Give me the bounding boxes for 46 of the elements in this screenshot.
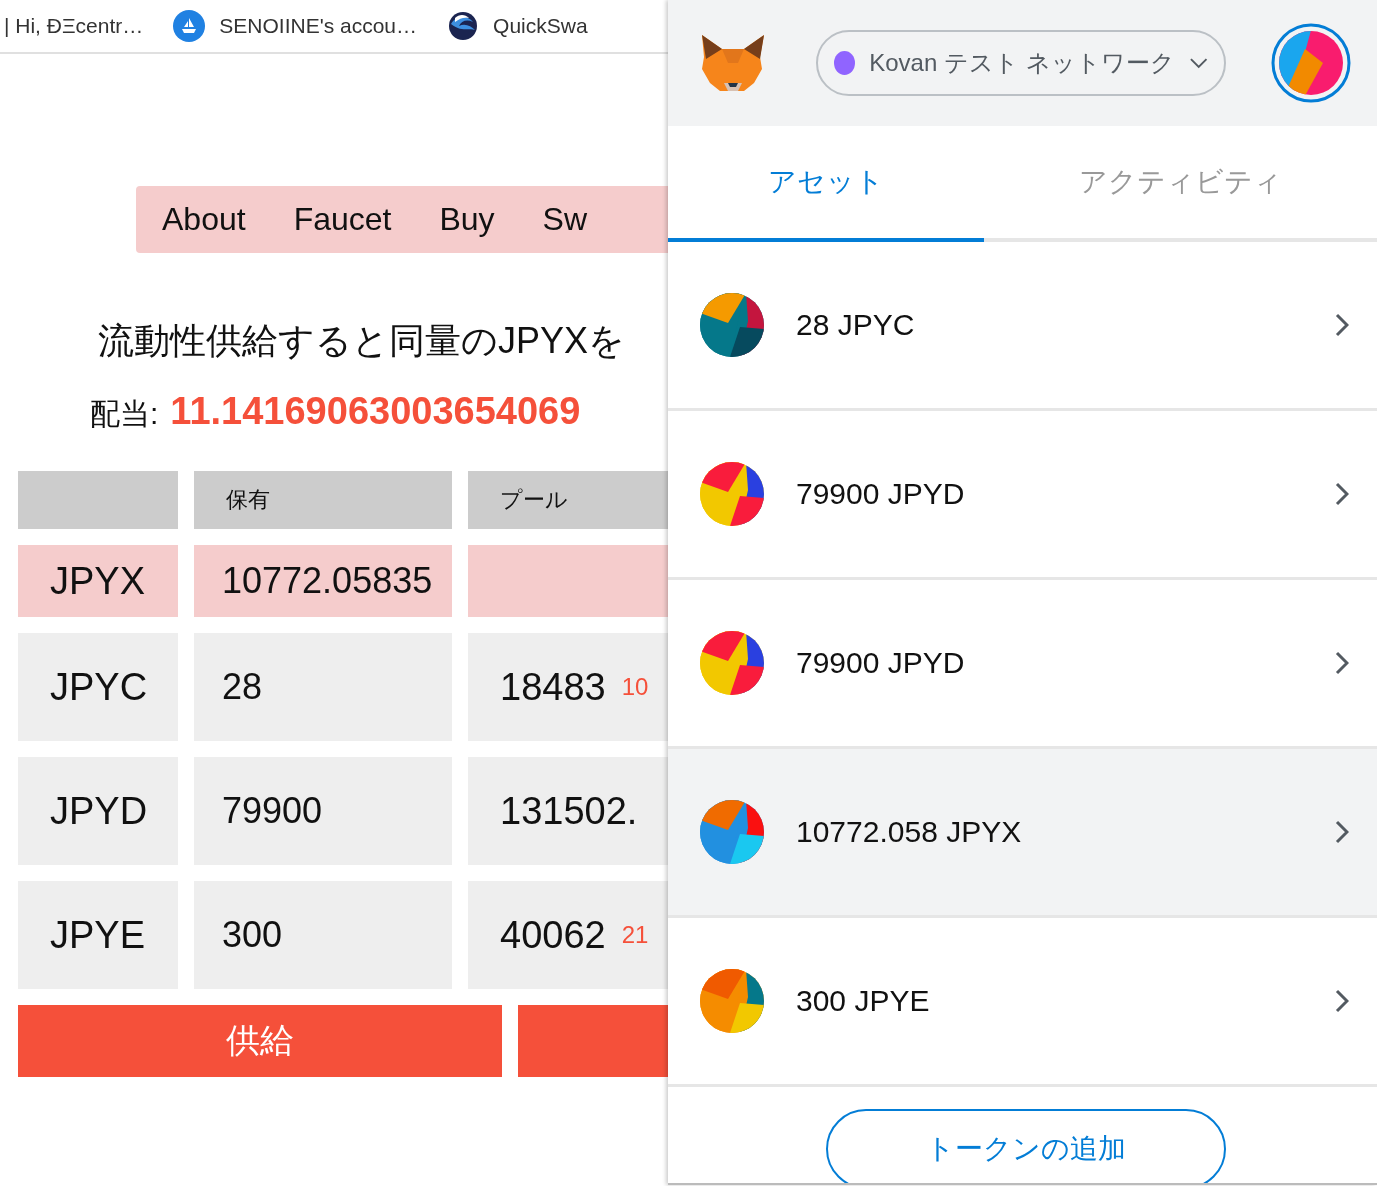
bookmark-link[interactable]: SENOIINE's accou… (219, 14, 418, 38)
bookmark-link[interactable]: | Hi, ÐΞcentr… (4, 14, 144, 38)
reward-value: 10 (621, 673, 649, 701)
nav-link[interactable]: Buy (439, 201, 495, 238)
chevron-right-icon (1335, 820, 1349, 844)
dividend-label: 配当: (90, 396, 159, 432)
table-cell: JPYD (18, 757, 178, 865)
chevron-right-icon (1335, 313, 1349, 337)
column-header: プール (468, 471, 668, 529)
token-icon (700, 293, 764, 357)
heading: 流動性供給すると同量のJPYXを (97, 319, 627, 363)
table-cell: 79900 (194, 757, 452, 865)
token-icon (700, 969, 764, 1033)
nav-link[interactable]: Sw (542, 201, 588, 238)
chevron-right-icon (1335, 989, 1349, 1013)
pool-value: 40062 (500, 913, 606, 957)
add-token-button[interactable]: トークンの追加 (826, 1109, 1226, 1183)
chevron-right-icon (1335, 482, 1349, 506)
bookmark-link[interactable]: QuickSwa (493, 14, 588, 38)
table-cell: 300 (194, 881, 452, 989)
table-cell: JPYE (18, 881, 178, 989)
chevron-down-icon (1188, 56, 1208, 70)
account-avatar[interactable] (1271, 23, 1351, 103)
wallet-tab[interactable]: アセット (668, 126, 984, 242)
ship-icon (173, 10, 206, 42)
table-cell: 28 (194, 633, 452, 741)
wave-icon (447, 10, 480, 42)
asset-row[interactable]: 10772.058 JPYX (668, 749, 1377, 918)
token-icon (700, 800, 764, 864)
asset-row[interactable]: 300 JPYE (668, 918, 1377, 1087)
table-cell: 10772.05835 (194, 545, 452, 617)
fox-icon (700, 33, 766, 93)
asset-row[interactable]: 28 JPYC (668, 242, 1377, 411)
asset-row[interactable]: 79900 JPYD (668, 411, 1377, 580)
table-cell: JPYX (18, 545, 178, 617)
table-cell: JPYC (18, 633, 178, 741)
nav-link[interactable]: About (162, 201, 246, 238)
pool-value: 18483 (500, 665, 606, 709)
column-header: 保有 (194, 471, 452, 529)
dividend-value: 11.14169063003654069 (170, 390, 581, 433)
chevron-right-icon (1335, 651, 1349, 675)
status-dot-icon (834, 51, 856, 75)
pool-value: 131502. (500, 789, 638, 833)
network-selector[interactable]: Kovan テスト ネットワーク (816, 30, 1226, 96)
nav-link[interactable]: Faucet (293, 201, 392, 238)
reward-value: 21 (621, 921, 649, 949)
